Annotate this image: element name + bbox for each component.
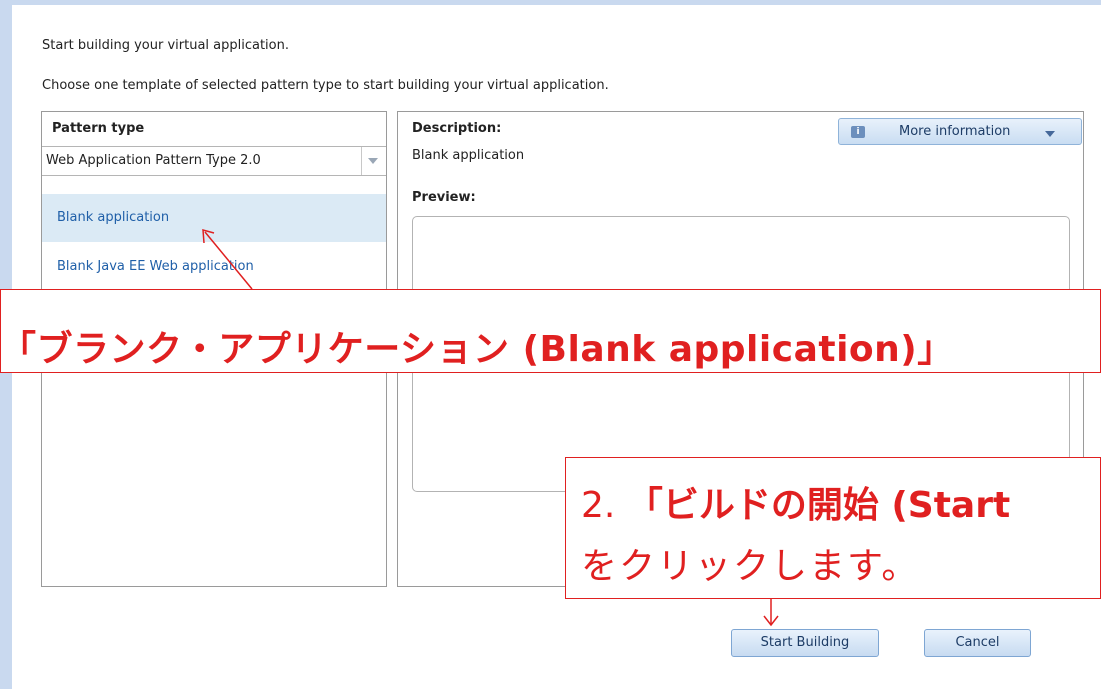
- pattern-type-select[interactable]: Web Application Pattern Type 2.0: [42, 146, 386, 176]
- pattern-type-header: Pattern type: [52, 121, 145, 136]
- description-value: Blank application: [412, 148, 525, 163]
- more-information-label: More information: [899, 124, 1011, 139]
- select-divider: [361, 147, 362, 175]
- start-building-button[interactable]: Start Building: [731, 629, 879, 657]
- intro-title: Start building your virtual application.: [42, 38, 289, 53]
- annotation-callout-2-line2: をクリックします。: [581, 546, 920, 587]
- more-information-button[interactable]: i More information: [838, 118, 1082, 145]
- annotation-callout-2-bold: 「ビルドの開始 (Start: [626, 485, 1011, 526]
- annotation-callout-1-text: 「ブランク・アプリケーション (Blank application)」: [0, 329, 954, 370]
- template-item-blank-java-ee-web-application[interactable]: Blank Java EE Web application: [42, 243, 386, 291]
- cancel-button[interactable]: Cancel: [924, 629, 1031, 657]
- description-label: Description:: [412, 121, 502, 136]
- annotation-step-number: 2.: [581, 485, 616, 526]
- caret-down-icon: [1045, 131, 1055, 137]
- chevron-down-icon[interactable]: [368, 158, 378, 164]
- intro-instructions: Choose one template of selected pattern …: [42, 78, 609, 93]
- pattern-type-select-value: Web Application Pattern Type 2.0: [46, 153, 261, 168]
- info-icon: i: [851, 126, 865, 138]
- preview-label: Preview:: [412, 190, 476, 205]
- template-item-blank-application[interactable]: Blank application: [42, 194, 386, 242]
- annotation-callout-2-line1: 2. 「ビルドの開始 (Start: [581, 476, 1010, 528]
